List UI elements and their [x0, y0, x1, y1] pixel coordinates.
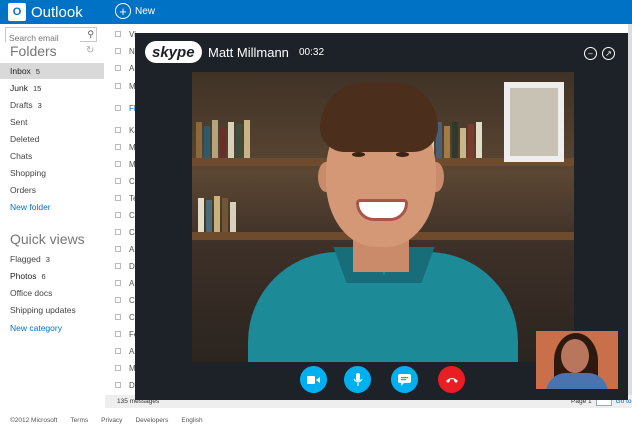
language-link[interactable]: English	[181, 417, 202, 424]
call-header: skype Matt Millmann 00:32 – ↗	[135, 33, 628, 73]
row-checkbox[interactable]	[115, 365, 121, 372]
folders-title: Folders	[10, 43, 57, 59]
row-checkbox[interactable]	[115, 195, 121, 202]
row-checkbox[interactable]	[115, 331, 121, 338]
quick-view-label: Flagged	[10, 254, 41, 264]
row-checkbox[interactable]	[115, 297, 121, 304]
remote-video	[192, 72, 574, 362]
quick-view-count: 6	[41, 271, 46, 281]
refresh-icon[interactable]: ↻	[86, 45, 94, 56]
row-checkbox[interactable]	[115, 161, 121, 168]
caller-name: Matt Millmann	[208, 45, 289, 60]
minimize-icon[interactable]: –	[584, 47, 597, 60]
folder-label: Sent	[10, 117, 28, 127]
row-checkbox[interactable]	[115, 144, 121, 151]
quick-view-label: Shipping updates	[10, 305, 76, 315]
developers-link[interactable]: Developers	[135, 417, 168, 424]
new-label: New	[135, 5, 156, 17]
folder-count: 15	[32, 83, 42, 93]
books-decoration	[198, 196, 236, 232]
quick-view-label: Photos	[10, 271, 37, 281]
skype-call-window: skype Matt Millmann 00:32 – ↗	[135, 33, 628, 400]
self-video-preview[interactable]	[536, 331, 618, 389]
row-checkbox[interactable]	[115, 382, 121, 389]
chat-button[interactable]	[391, 366, 418, 393]
row-checkbox[interactable]	[115, 280, 121, 287]
folder-item-sent[interactable]: Sent	[0, 114, 104, 130]
chat-bubble-icon	[398, 373, 411, 386]
row-checkbox[interactable]	[115, 314, 121, 321]
row-checkbox[interactable]	[115, 246, 121, 253]
row-checkbox[interactable]	[115, 65, 121, 72]
quick-views-title: Quick views	[10, 231, 85, 247]
camera-icon	[307, 375, 320, 384]
footer: ©2012 Microsoft Terms Privacy Developers…	[0, 408, 632, 432]
folder-label: Chats	[10, 151, 33, 161]
row-checkbox[interactable]	[115, 178, 121, 185]
folder-count: 5	[35, 66, 40, 76]
row-checkbox[interactable]	[115, 105, 121, 112]
quick-view-photos[interactable]: Photos 6	[0, 268, 104, 284]
folder-item-deleted[interactable]: Deleted	[0, 131, 104, 147]
plus-icon: +	[115, 3, 131, 19]
new-folder-link[interactable]: New folder	[0, 199, 104, 215]
sender-initial: N	[129, 46, 135, 56]
folder-label: Junk	[10, 83, 28, 93]
hang-up-button[interactable]	[438, 366, 465, 393]
caller-video-subject	[248, 82, 518, 362]
quick-view-count: 3	[45, 254, 50, 264]
row-checkbox[interactable]	[115, 48, 121, 55]
brand-name: Outlook	[31, 3, 83, 21]
row-checkbox[interactable]	[115, 229, 121, 236]
folder-label: Drafts	[10, 100, 33, 110]
end-call-icon	[445, 377, 458, 383]
new-button[interactable]: + New	[115, 3, 155, 19]
new-category-link[interactable]: New category	[0, 320, 104, 336]
folder-item-inbox[interactable]: Inbox 5	[0, 63, 104, 79]
video-toggle-button[interactable]	[300, 366, 327, 393]
folder-label: Inbox	[10, 66, 31, 76]
outlook-brand[interactable]: O Outlook	[8, 3, 83, 21]
copyright: ©2012 Microsoft	[10, 416, 58, 424]
row-checkbox[interactable]	[115, 83, 121, 90]
reading-pane-edge	[628, 24, 632, 396]
folder-item-drafts[interactable]: Drafts 3	[0, 97, 104, 113]
quick-view-shipping-updates[interactable]: Shipping updates	[0, 302, 104, 318]
folder-item-orders[interactable]: Orders	[0, 182, 104, 198]
search-icon[interactable]: ⚲	[87, 29, 94, 40]
sidebar: ⚲ Folders ↻ Inbox 5 Junk 15 Drafts 3 Sen…	[0, 24, 105, 396]
folder-label: Orders	[10, 185, 36, 195]
folder-count: 3	[37, 100, 42, 110]
terms-link[interactable]: Terms	[70, 417, 88, 424]
outlook-logo-icon: O	[8, 3, 26, 21]
row-checkbox[interactable]	[115, 348, 121, 355]
row-checkbox[interactable]	[115, 31, 121, 38]
privacy-link[interactable]: Privacy	[101, 417, 122, 424]
top-bar: O Outlook + New	[0, 0, 632, 24]
microphone-icon	[353, 372, 362, 386]
folder-label: Deleted	[10, 134, 40, 144]
folder-item-junk[interactable]: Junk 15	[0, 80, 104, 96]
row-checkbox[interactable]	[115, 263, 121, 270]
quick-view-flagged[interactable]: Flagged 3	[0, 251, 104, 267]
skype-logo: skype	[145, 41, 202, 63]
books-decoration	[196, 120, 250, 158]
row-checkbox[interactable]	[115, 212, 121, 219]
mute-button[interactable]	[344, 366, 371, 393]
quick-view-office-docs[interactable]: Office docs	[0, 285, 104, 301]
call-timer: 00:32	[299, 47, 325, 58]
quick-view-label: Office docs	[10, 288, 53, 298]
folder-item-chats[interactable]: Chats	[0, 148, 104, 164]
folder-label: Shopping	[10, 168, 46, 178]
search-box: ⚲	[5, 27, 97, 45]
row-checkbox[interactable]	[115, 127, 121, 134]
folder-item-shopping[interactable]: Shopping	[0, 165, 104, 181]
popout-icon[interactable]: ↗	[602, 47, 615, 60]
